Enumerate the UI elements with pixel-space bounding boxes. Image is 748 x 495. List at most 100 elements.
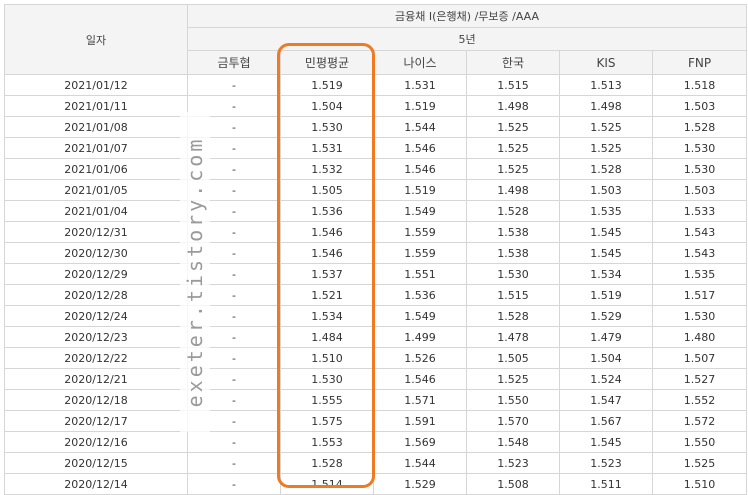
table-row: 2020/12/29-1.537 1.551 1.530 1.534 1.535 xyxy=(4,263,748,285)
average-cell: 1.534 xyxy=(280,305,374,327)
table-row: 2020/12/15-1.528 1.544 1.523 1.523 1.525 xyxy=(4,452,748,474)
average-cell: 1.553 xyxy=(280,431,374,453)
fnp-cell: 1.533 xyxy=(651,200,748,222)
maturity-header: 5년 xyxy=(186,27,748,51)
table-row: 2021/01/12-1.519 1.531 1.515 1.513 1.518 xyxy=(4,74,748,96)
average-cell: 1.536 xyxy=(280,200,374,222)
table-row: 2021/01/08-1.530 1.544 1.525 1.525 1.528 xyxy=(4,116,748,138)
kis-cell: 1.523 xyxy=(559,452,653,474)
date-cell: 2021/01/04 xyxy=(4,200,188,222)
fnp-cell: 1.507 xyxy=(651,347,748,369)
bond-yield-table: 일자 금융채 I(은행채) /무보증 /AAA 5년 금투협 민평평균 나이스 … xyxy=(4,4,748,495)
kis-cell: 1.524 xyxy=(559,368,653,390)
korea-cell: 1.523 xyxy=(466,452,560,474)
fnp-cell: 1.530 xyxy=(651,137,748,159)
korea-cell: 1.548 xyxy=(466,431,560,453)
table-row: 2021/01/07-1.531 1.546 1.525 1.525 1.530 xyxy=(4,137,748,159)
kofia-cell: - xyxy=(187,473,281,495)
nice-cell: 1.559 xyxy=(373,242,467,264)
column-header-kofia: 금투협 xyxy=(187,50,281,75)
date-cell: 2020/12/31 xyxy=(4,221,188,243)
korea-cell: 1.525 xyxy=(466,158,560,180)
kis-cell: 1.535 xyxy=(559,200,653,222)
nice-cell: 1.536 xyxy=(373,284,467,306)
korea-cell: 1.538 xyxy=(466,221,560,243)
date-cell: 2020/12/18 xyxy=(4,389,188,411)
date-cell: 2020/12/16 xyxy=(4,431,188,453)
average-cell: 1.530 xyxy=(280,116,374,138)
table-row: 2020/12/30-1.546 1.559 1.538 1.545 1.543 xyxy=(4,242,748,264)
korea-cell: 1.538 xyxy=(466,242,560,264)
table-row: 2020/12/17-1.575 1.591 1.570 1.567 1.572 xyxy=(4,410,748,432)
korea-cell: 1.498 xyxy=(466,95,560,117)
average-cell: 1.575 xyxy=(280,410,374,432)
kis-cell: 1.504 xyxy=(559,347,653,369)
fnp-cell: 1.543 xyxy=(651,221,748,243)
kis-cell: 1.525 xyxy=(559,137,653,159)
date-cell: 2020/12/22 xyxy=(4,347,188,369)
date-cell: 2020/12/15 xyxy=(4,452,188,474)
nice-cell: 1.546 xyxy=(373,368,467,390)
date-cell: 2020/12/29 xyxy=(4,263,188,285)
table-row: 2020/12/22-1.510 1.526 1.505 1.504 1.507 xyxy=(4,347,748,369)
average-cell: 1.528 xyxy=(280,452,374,474)
fnp-cell: 1.503 xyxy=(651,95,748,117)
fnp-cell: 1.517 xyxy=(651,284,748,306)
column-header-fnp: FNP xyxy=(651,50,748,75)
fnp-cell: 1.525 xyxy=(651,452,748,474)
kis-cell: 1.525 xyxy=(559,116,653,138)
kofia-cell: - xyxy=(187,452,281,474)
date-cell: 2020/12/23 xyxy=(4,326,188,348)
average-cell: 1.514 xyxy=(280,473,374,495)
kis-cell: 1.529 xyxy=(559,305,653,327)
kis-cell: 1.545 xyxy=(559,431,653,453)
fnp-cell: 1.552 xyxy=(651,389,748,411)
fnp-cell: 1.518 xyxy=(651,74,748,96)
nice-cell: 1.526 xyxy=(373,347,467,369)
nice-cell: 1.519 xyxy=(373,95,467,117)
nice-cell: 1.559 xyxy=(373,221,467,243)
korea-cell: 1.570 xyxy=(466,410,560,432)
date-cell: 2021/01/06 xyxy=(4,158,188,180)
average-cell: 1.519 xyxy=(280,74,374,96)
column-header-nice: 나이스 xyxy=(373,50,467,75)
kis-cell: 1.519 xyxy=(559,284,653,306)
fnp-cell: 1.480 xyxy=(651,326,748,348)
date-cell: 2021/01/12 xyxy=(4,74,188,96)
nice-cell: 1.531 xyxy=(373,74,467,96)
nice-cell: 1.546 xyxy=(373,137,467,159)
table-row: 2020/12/24-1.534 1.549 1.528 1.529 1.530 xyxy=(4,305,748,327)
date-cell: 2020/12/14 xyxy=(4,473,188,495)
table-row: 2020/12/21-1.530 1.546 1.525 1.524 1.527 xyxy=(4,368,748,390)
nice-cell: 1.529 xyxy=(373,473,467,495)
kis-cell: 1.479 xyxy=(559,326,653,348)
nice-cell: 1.549 xyxy=(373,305,467,327)
date-cell: 2021/01/05 xyxy=(4,179,188,201)
table-row: 2020/12/23-1.484 1.499 1.478 1.479 1.480 xyxy=(4,326,748,348)
nice-cell: 1.549 xyxy=(373,200,467,222)
date-cell: 2020/12/24 xyxy=(4,305,188,327)
kis-cell: 1.567 xyxy=(559,410,653,432)
fnp-cell: 1.527 xyxy=(651,368,748,390)
nice-cell: 1.551 xyxy=(373,263,467,285)
korea-cell: 1.530 xyxy=(466,263,560,285)
watermark-text: exeter.tistory.com xyxy=(183,136,207,408)
korea-cell: 1.525 xyxy=(466,368,560,390)
fnp-cell: 1.530 xyxy=(651,305,748,327)
column-header-average: 민평평균 xyxy=(280,50,374,75)
kis-cell: 1.545 xyxy=(559,221,653,243)
table-row: 2020/12/31-1.546 1.559 1.538 1.545 1.543 xyxy=(4,221,748,243)
date-cell: 2021/01/11 xyxy=(4,95,188,117)
fnp-cell: 1.535 xyxy=(651,263,748,285)
column-header-kis: KIS xyxy=(559,50,653,75)
kis-cell: 1.545 xyxy=(559,242,653,264)
average-cell: 1.521 xyxy=(280,284,374,306)
kis-cell: 1.513 xyxy=(559,74,653,96)
nice-cell: 1.499 xyxy=(373,326,467,348)
date-cell: 2021/01/07 xyxy=(4,137,188,159)
korea-cell: 1.550 xyxy=(466,389,560,411)
table-row: 2021/01/04-1.536 1.549 1.528 1.535 1.533 xyxy=(4,200,748,222)
fnp-cell: 1.530 xyxy=(651,158,748,180)
nice-cell: 1.571 xyxy=(373,389,467,411)
average-cell: 1.531 xyxy=(280,137,374,159)
